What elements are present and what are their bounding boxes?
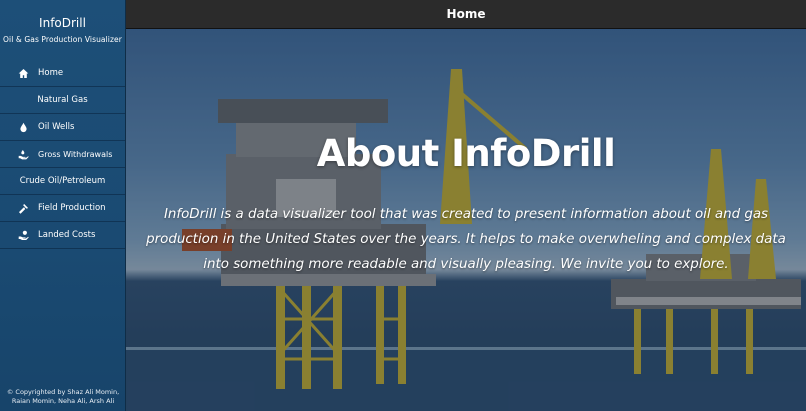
- top-bar: Home: [126, 0, 806, 29]
- brand-title[interactable]: InfoDrill: [0, 16, 125, 31]
- droplet-icon: [16, 121, 30, 133]
- sidebar-item-label: Oil Wells: [38, 122, 75, 132]
- copyright-line: Raian Momin, Neha Ali, Arsh Ali: [11, 397, 115, 405]
- hero-headline: About InfoDrill: [316, 132, 616, 175]
- sidebar-item-field-production[interactable]: Field Production: [0, 195, 125, 222]
- sidebar-item-oil-wells[interactable]: Oil Wells: [0, 114, 125, 141]
- sidebar-item-home[interactable]: Home: [0, 60, 125, 87]
- brand: InfoDrill Oil & Gas Production Visualize…: [0, 0, 125, 55]
- copyright-line: © Copyrighted by Shaz Ali Momin,: [6, 388, 120, 396]
- sidebar-item-label: Home: [38, 68, 64, 78]
- page-title: Home: [446, 7, 486, 21]
- money-hand-icon: [16, 229, 30, 241]
- hero-description: InfoDrill is a data visualizer tool that…: [146, 207, 786, 272]
- sidebar-nav: Home Natural Gas Oil Wells Gross Withdra…: [0, 60, 125, 249]
- sidebar-item-gross-withdrawals[interactable]: Gross Withdrawals: [0, 141, 125, 168]
- home-icon: [16, 67, 30, 79]
- hero-section: About InfoDrill InfoDrill is a data visu…: [126, 29, 806, 411]
- sidebar: InfoDrill Oil & Gas Production Visualize…: [0, 0, 126, 411]
- section-natural-gas: Natural Gas: [0, 87, 125, 114]
- hand-withdraw-icon: [16, 148, 30, 160]
- sidebar-item-label: Field Production: [38, 203, 106, 213]
- copyright: © Copyrighted by Shaz Ali Momin, Raian M…: [0, 388, 126, 406]
- sidebar-item-label: Gross Withdrawals: [38, 149, 113, 159]
- section-crude-oil: Crude Oil/Petroleum: [0, 168, 125, 195]
- brand-subtitle: Oil & Gas Production Visualizer: [3, 35, 122, 44]
- sidebar-item-label: Landed Costs: [38, 230, 96, 240]
- hammer-icon: [16, 202, 30, 214]
- sidebar-item-landed-costs[interactable]: Landed Costs: [0, 222, 125, 249]
